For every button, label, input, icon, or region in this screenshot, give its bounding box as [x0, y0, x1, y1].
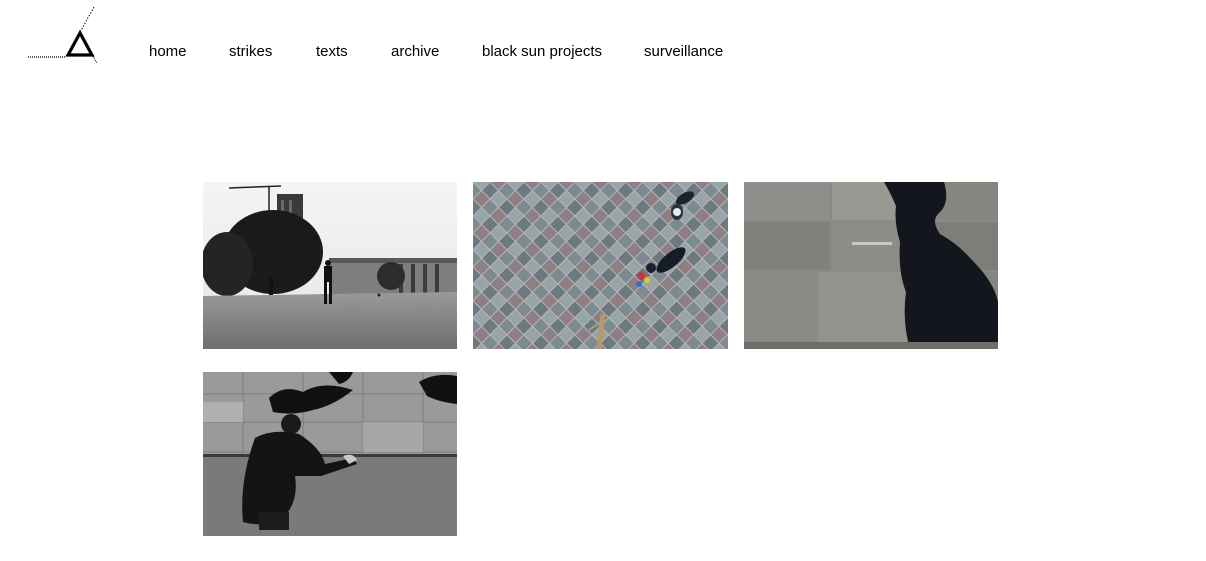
gallery-thumb-aerial-pavement[interactable] — [473, 182, 728, 349]
nav-link-archive[interactable]: archive — [391, 43, 439, 60]
gallery-thumb-shadow-tiles[interactable] — [744, 182, 998, 349]
gallery-thumb-man-crouching[interactable] — [203, 372, 457, 536]
nav-link-black-sun-projects[interactable]: black sun projects — [482, 43, 602, 60]
nav-link-texts[interactable]: texts — [316, 43, 348, 60]
site-logo-icon[interactable] — [26, 5, 98, 65]
nav-link-home[interactable]: home — [149, 43, 187, 60]
nav-link-strikes[interactable]: strikes — [229, 43, 272, 60]
nav-link-surveillance[interactable]: surveillance — [644, 43, 723, 60]
gallery-thumb-plaza[interactable] — [203, 182, 457, 349]
